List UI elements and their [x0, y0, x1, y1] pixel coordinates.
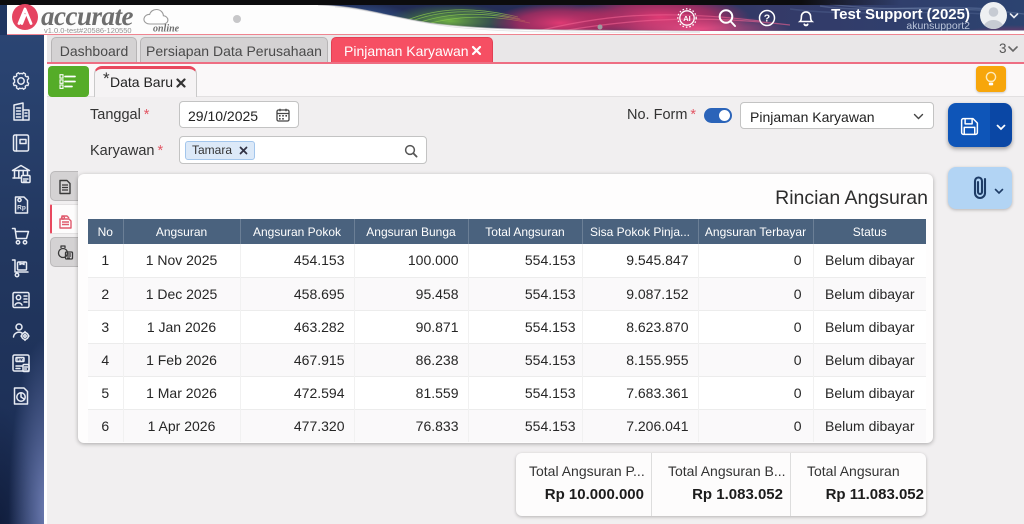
svg-text:AI: AI	[683, 14, 691, 23]
svg-text:online: online	[153, 24, 180, 35]
svg-text:TAX: TAX	[16, 357, 24, 362]
svg-text:v1.0.0-test#20586-120550: v1.0.0-test#20586-120550	[44, 26, 132, 35]
svg-text:Rp: Rp	[17, 205, 26, 212]
